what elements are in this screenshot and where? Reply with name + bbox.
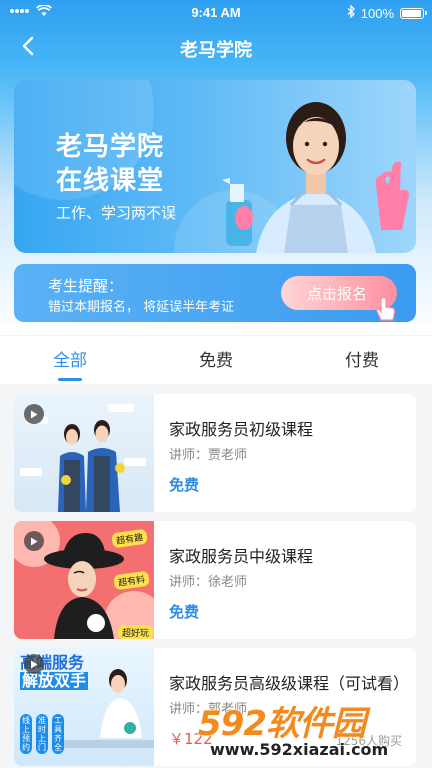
- course-title: 家政服务员初级课程: [169, 420, 314, 439]
- play-icon[interactable]: [24, 404, 44, 424]
- bluetooth-icon: [347, 4, 355, 21]
- tab-all[interactable]: 全部: [30, 346, 110, 371]
- play-icon[interactable]: [24, 654, 44, 674]
- reminder-title: 考生提醒：: [48, 277, 124, 295]
- reminder-text: 错过本期报名， 将延误半年考证: [48, 300, 235, 315]
- page-title: 老马学院: [180, 40, 252, 61]
- battery-icon: [400, 7, 427, 19]
- promo-banner[interactable]: 老马学院 在线课堂 工作、学习两不误: [14, 80, 416, 253]
- course-price: 免费: [169, 603, 200, 621]
- course-card[interactable]: 家政服务员初级课程 讲师：贾老师 免费: [14, 394, 416, 512]
- banner-title: 老马学院 在线课堂: [56, 132, 165, 196]
- course-filter-tabs: 全部 免费 付费: [0, 336, 432, 384]
- course-card[interactable]: 超有趣 超有料 超好玩 家政服务员中级课程 讲师：徐老师 免费: [14, 521, 416, 639]
- thumb-bubble: 超好玩: [118, 625, 154, 639]
- active-tab-indicator: [58, 378, 82, 381]
- course-title: 家政服务员中级课程: [169, 547, 314, 566]
- tab-paid[interactable]: 付费: [322, 346, 402, 371]
- banner-subtitle: 工作、学习两不误: [56, 204, 177, 222]
- play-icon[interactable]: [24, 531, 44, 551]
- nav-bar: 老马学院: [0, 28, 432, 68]
- status-bar: 9:41 AM 100%: [0, 0, 432, 26]
- cleaner-woman-illustration: [222, 102, 409, 253]
- course-thumbnail: [14, 394, 154, 512]
- course-thumbnail: 超有趣 超有料 超好玩: [14, 521, 154, 639]
- tab-free[interactable]: 免费: [176, 346, 256, 371]
- pointer-hand-icon: [376, 296, 396, 321]
- course-price: 免费: [169, 476, 200, 494]
- thumb-tags: 线上预约 准时上门 工具齐全: [20, 714, 64, 754]
- exam-reminder-bar: 考生提醒： 错过本期报名， 将延误半年考证 点击报名: [14, 264, 416, 322]
- course-teacher: 讲师：贾老师: [169, 448, 248, 463]
- course-title: 家政服务员高级级课程（可试看）: [169, 674, 410, 693]
- watermark-logo: 592软件园 www.592xiazai.com: [198, 704, 389, 759]
- course-teacher: 讲师：徐老师: [169, 575, 248, 590]
- battery-percent: 100%: [360, 5, 394, 21]
- course-thumbnail: 高端服务 解放双手 线上预约 准时上门 工具齐全: [14, 648, 154, 766]
